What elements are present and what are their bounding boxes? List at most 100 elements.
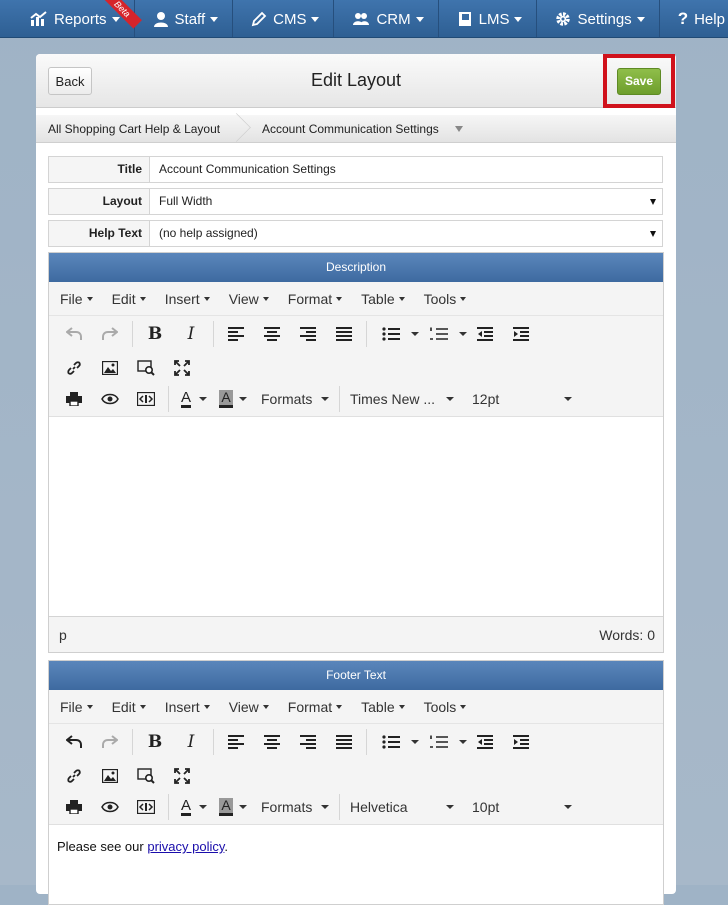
chevron-down-icon[interactable] <box>411 740 419 744</box>
chevron-down-icon[interactable] <box>199 805 207 809</box>
bullet-list-icon[interactable] <box>371 320 411 348</box>
chevron-down-icon[interactable] <box>459 740 467 744</box>
description-editor-title: Description <box>49 253 663 282</box>
chevron-down-icon[interactable] <box>239 805 247 809</box>
text-color-icon[interactable]: A <box>173 385 199 413</box>
chevron-down-icon[interactable] <box>199 397 207 401</box>
nav-crm[interactable]: CRM <box>334 0 439 37</box>
editor-status-bar: p Words: 0 <box>49 616 663 652</box>
menu-view[interactable]: View <box>229 699 269 715</box>
chevron-down-icon[interactable] <box>411 332 419 336</box>
fullscreen-icon[interactable] <box>164 354 200 382</box>
italic-icon[interactable]: I <box>173 728 209 756</box>
align-left-icon[interactable] <box>218 320 254 348</box>
element-path[interactable]: p <box>59 627 67 643</box>
formats-dropdown[interactable]: Formats <box>255 385 335 413</box>
bullet-list-icon[interactable] <box>371 728 411 756</box>
menu-tools[interactable]: Tools <box>424 699 467 715</box>
bold-icon[interactable]: B <box>137 320 173 348</box>
font-size-dropdown-label: 10pt <box>472 799 500 815</box>
link-icon[interactable] <box>56 354 92 382</box>
align-right-icon[interactable] <box>290 320 326 348</box>
code-sample-icon[interactable] <box>128 385 164 413</box>
nav-staff[interactable]: Staff <box>135 0 234 37</box>
menu-edit[interactable]: Edit <box>112 291 146 307</box>
title-label: Title <box>49 157 150 182</box>
align-justify-icon[interactable] <box>326 320 362 348</box>
font-size-dropdown[interactable]: 12pt <box>466 385 578 413</box>
chevron-down-icon[interactable] <box>454 125 463 132</box>
editor-menubar: File Edit Insert View Format Table Tools <box>49 282 663 316</box>
media-icon[interactable] <box>128 354 164 382</box>
fullscreen-icon[interactable] <box>164 762 200 790</box>
redo-icon[interactable] <box>92 728 128 756</box>
align-center-icon[interactable] <box>254 320 290 348</box>
font-family-dropdown[interactable]: Helvetica <box>344 793 460 821</box>
title-field[interactable]: Account Communication Settings <box>150 157 662 182</box>
menu-file[interactable]: File <box>60 291 93 307</box>
align-justify-icon[interactable] <box>326 728 362 756</box>
formats-dropdown[interactable]: Formats <box>255 793 335 821</box>
chevron-down-icon <box>139 704 146 709</box>
menu-insert[interactable]: Insert <box>165 699 210 715</box>
help-text-select[interactable]: (no help assigned) <box>150 221 662 246</box>
description-content-area[interactable] <box>49 416 663 616</box>
undo-icon[interactable] <box>56 320 92 348</box>
numbered-list-icon[interactable] <box>419 728 459 756</box>
footer-text: Please see our <box>57 839 148 854</box>
align-center-icon[interactable] <box>254 728 290 756</box>
preview-icon[interactable] <box>92 385 128 413</box>
font-size-dropdown[interactable]: 10pt <box>466 793 578 821</box>
link-icon[interactable] <box>56 762 92 790</box>
layout-select[interactable]: Full Width <box>150 189 662 214</box>
text-color-icon[interactable]: A <box>173 793 199 821</box>
breadcrumb-current[interactable]: Account Communication Settings <box>241 122 439 136</box>
chevron-down-icon[interactable] <box>239 397 247 401</box>
italic-icon[interactable]: I <box>173 320 209 348</box>
undo-icon[interactable] <box>56 728 92 756</box>
bar-chart-icon <box>30 11 47 26</box>
chevron-down-icon <box>321 397 329 401</box>
indent-icon[interactable] <box>503 320 539 348</box>
menu-view[interactable]: View <box>229 291 269 307</box>
font-family-dropdown[interactable]: Times New ... <box>344 385 460 413</box>
menu-format[interactable]: Format <box>288 699 343 715</box>
menu-tools-label: Tools <box>423 290 457 307</box>
preview-icon[interactable] <box>92 793 128 821</box>
menu-insert[interactable]: Insert <box>165 291 210 307</box>
image-icon[interactable] <box>92 762 128 790</box>
print-icon[interactable] <box>56 793 92 821</box>
menu-tools[interactable]: Tools <box>424 291 467 307</box>
bold-icon[interactable]: B <box>137 728 173 756</box>
chevron-down-icon[interactable] <box>459 332 467 336</box>
align-left-icon[interactable] <box>218 728 254 756</box>
save-button[interactable]: Save <box>617 67 661 95</box>
footer-content-area[interactable]: Please see our privacy policy. <box>49 824 663 904</box>
privacy-policy-link[interactable]: privacy policy <box>147 839 224 854</box>
menu-edit[interactable]: Edit <box>112 699 146 715</box>
media-icon[interactable] <box>128 762 164 790</box>
numbered-list-icon[interactable] <box>419 320 459 348</box>
nav-help[interactable]: ? Help <box>660 0 728 37</box>
nav-cms[interactable]: CMS <box>233 0 335 37</box>
align-right-icon[interactable] <box>290 728 326 756</box>
print-icon[interactable] <box>56 385 92 413</box>
menu-table[interactable]: Table <box>361 291 405 307</box>
background-color-icon[interactable]: A <box>213 385 239 413</box>
nav-reports[interactable]: Reports Beta <box>0 0 142 37</box>
toolbar-separator <box>132 321 133 347</box>
indent-icon[interactable] <box>503 728 539 756</box>
redo-icon[interactable] <box>92 320 128 348</box>
menu-file[interactable]: File <box>60 699 93 715</box>
nav-reports-label: Reports <box>54 10 107 28</box>
menu-format[interactable]: Format <box>288 291 343 307</box>
nav-settings[interactable]: Settings <box>537 0 660 37</box>
outdent-icon[interactable] <box>467 728 503 756</box>
background-color-icon[interactable]: A <box>213 793 239 821</box>
outdent-icon[interactable] <box>467 320 503 348</box>
image-icon[interactable] <box>92 354 128 382</box>
menu-table[interactable]: Table <box>361 699 405 715</box>
nav-lms[interactable]: LMS <box>439 0 538 37</box>
code-sample-icon[interactable] <box>128 793 164 821</box>
breadcrumb-parent[interactable]: All Shopping Cart Help & Layout <box>36 122 241 136</box>
